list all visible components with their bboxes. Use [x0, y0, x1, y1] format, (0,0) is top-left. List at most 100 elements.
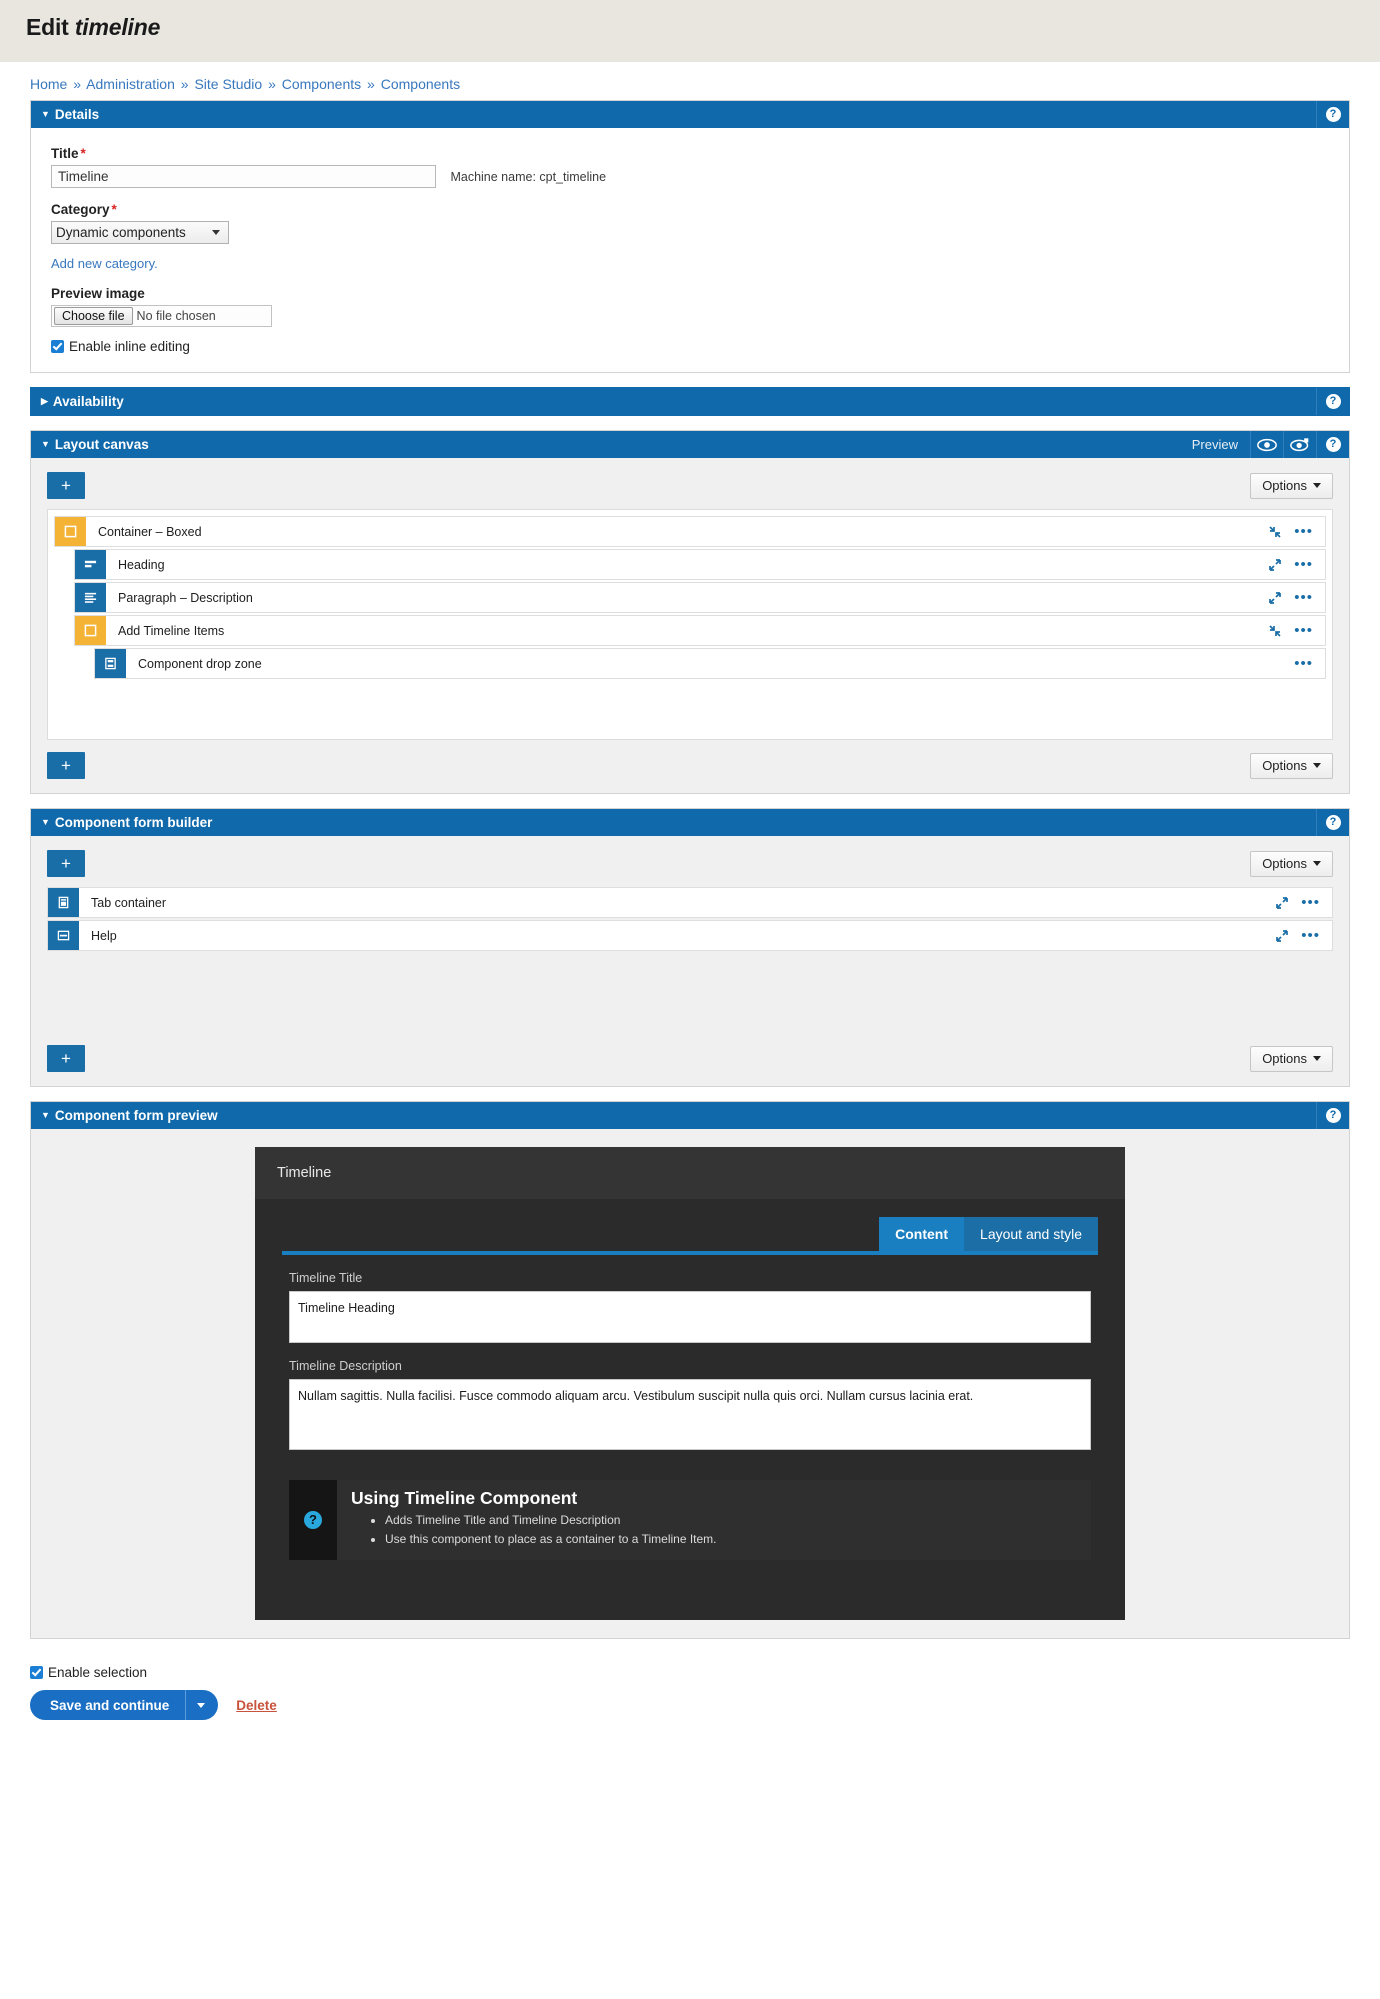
form-preview-help-button[interactable]: ? [1316, 1102, 1349, 1129]
form-builder-node-tab-container[interactable]: Tab container ••• [47, 887, 1333, 918]
form-builder-add-button-bottom[interactable]: + [47, 1045, 85, 1072]
canvas-node-label: Component drop zone [138, 656, 262, 671]
collapse-arrows-icon[interactable] [1268, 525, 1282, 539]
preview-field-timeline-title: Timeline Title [255, 1255, 1125, 1344]
required-marker: * [111, 202, 117, 217]
canvas-node-menu[interactable]: ••• [1294, 590, 1313, 605]
canvas-node-container-boxed[interactable]: Container – Boxed ••• [54, 516, 1326, 547]
required-marker: * [80, 146, 86, 161]
container-icon [75, 616, 106, 645]
category-select[interactable]: Dynamic components [51, 221, 229, 244]
chevron-down-icon: ▼ [41, 439, 50, 449]
page-title: Edit timeline [26, 14, 1354, 41]
availability-help-button[interactable]: ? [1316, 388, 1349, 415]
canvas-drop-area[interactable] [74, 681, 1326, 733]
collapse-arrows-icon[interactable] [1268, 624, 1282, 638]
breadcrumb-separator: » [180, 76, 189, 92]
chevron-down-icon [1313, 762, 1321, 768]
container-icon [55, 517, 86, 546]
question-mark-icon: ? [1325, 1108, 1341, 1123]
form-builder-options-button-top[interactable]: Options [1250, 850, 1333, 877]
layout-canvas-options-button-top[interactable]: Options [1250, 472, 1333, 499]
preview-modal: Timeline Content Layout and style Timeli… [255, 1147, 1125, 1621]
title-input[interactable] [51, 165, 436, 188]
timeline-title-input[interactable] [289, 1291, 1091, 1344]
preview-settings-button[interactable] [1283, 431, 1316, 458]
layout-canvas-options-button-bottom[interactable]: Options [1250, 752, 1333, 779]
breadcrumb-item-home[interactable]: Home [30, 76, 67, 92]
details-panel: ▼ Details ? Title* Machine name: cpt_tim… [30, 100, 1350, 373]
breadcrumb-item-administration[interactable]: Administration [86, 76, 175, 92]
heading-icon [75, 550, 106, 579]
layout-canvas-add-button-bottom[interactable]: + [47, 752, 85, 779]
preview-field-timeline-description: Timeline Description [255, 1343, 1125, 1450]
tab-layout-and-style[interactable]: Layout and style [964, 1217, 1098, 1251]
form-builder-bottom-toolbar: + Options [47, 1045, 1333, 1072]
save-button-dropdown-toggle[interactable] [185, 1690, 218, 1721]
form-builder-node-menu[interactable]: ••• [1301, 928, 1320, 943]
form-builder-options-button-bottom[interactable]: Options [1250, 1045, 1333, 1072]
delete-link[interactable]: Delete [236, 1698, 277, 1713]
enable-inline-editing-row[interactable]: Enable inline editing [51, 339, 1329, 354]
expand-arrows-icon[interactable] [1275, 929, 1289, 943]
timeline-description-input[interactable] [289, 1379, 1091, 1450]
form-preview-panel: ▼ Component form preview ? Timeline Cont… [30, 1101, 1350, 1640]
breadcrumb-item-components-2[interactable]: Components [381, 76, 460, 92]
page-title-prefix: Edit [26, 14, 69, 40]
form-preview-panel-header[interactable]: ▼ Component form preview ? [31, 1102, 1349, 1129]
timeline-description-label: Timeline Description [289, 1359, 402, 1374]
chevron-down-icon [1313, 482, 1321, 488]
enable-inline-editing-checkbox[interactable] [51, 340, 64, 353]
preview-toggle-button[interactable] [1250, 431, 1283, 458]
canvas-node-heading[interactable]: Heading ••• [74, 549, 1326, 580]
enable-selection-checkbox[interactable] [30, 1666, 43, 1680]
chevron-down-icon: ▼ [41, 109, 50, 119]
expand-arrows-icon[interactable] [1275, 896, 1289, 910]
canvas-node-menu[interactable]: ••• [1294, 524, 1313, 539]
availability-panel-header[interactable]: ▶ Availability ? [31, 388, 1349, 415]
breadcrumb-item-components[interactable]: Components [282, 76, 361, 92]
canvas-node-menu[interactable]: ••• [1294, 557, 1313, 572]
canvas-node-menu[interactable]: ••• [1294, 656, 1313, 671]
breadcrumb: Home » Administration » Site Studio » Co… [0, 62, 1380, 100]
tab-content[interactable]: Content [879, 1217, 965, 1251]
save-and-continue-button[interactable]: Save and continue [30, 1690, 219, 1721]
form-builder-panel-header[interactable]: ▼ Component form builder ? [31, 809, 1349, 836]
help-box-list: Adds Timeline Title and Timeline Descrip… [351, 1511, 717, 1551]
form-builder-node-help[interactable]: Help ••• [47, 920, 1333, 951]
add-new-category-link[interactable]: Add new category. [51, 256, 158, 271]
choose-file-button[interactable]: Choose file [54, 307, 133, 325]
preview-help-box: ? Using Timeline Component Adds Timeline… [289, 1479, 1091, 1561]
canvas-node-label: Add Timeline Items [118, 623, 225, 638]
enable-selection-row[interactable]: Enable selection [30, 1665, 1350, 1680]
details-help-button[interactable]: ? [1316, 101, 1349, 128]
layout-canvas-help-button[interactable]: ? [1316, 431, 1349, 458]
details-panel-header[interactable]: ▼ Details ? [31, 101, 1349, 128]
form-builder-body: + Options Tab container ••• Help ••• + O… [31, 836, 1349, 1086]
layout-canvas-panel: ▼ Layout canvas Preview ? + Options Cont… [30, 430, 1350, 794]
preview-label: Preview [1191, 437, 1238, 452]
form-builder-drop-area[interactable] [47, 953, 1333, 1045]
form-builder-top-toolbar: + Options [47, 850, 1333, 877]
canvas-node-component-drop-zone[interactable]: Component drop zone ••• [94, 648, 1326, 679]
canvas-node-add-timeline-items[interactable]: Add Timeline Items ••• [74, 615, 1326, 646]
expand-arrows-icon[interactable] [1268, 558, 1282, 572]
expand-arrows-icon[interactable] [1268, 591, 1282, 605]
form-builder-node-menu[interactable]: ••• [1301, 895, 1320, 910]
layout-canvas-tree: Container – Boxed ••• Heading ••• Paragr… [47, 509, 1333, 740]
canvas-node-menu[interactable]: ••• [1294, 623, 1313, 638]
layout-canvas-panel-header[interactable]: ▼ Layout canvas Preview ? [31, 431, 1349, 458]
form-builder-node-label: Tab container [91, 895, 167, 910]
form-builder-help-button[interactable]: ? [1316, 809, 1349, 836]
canvas-node-paragraph-description[interactable]: Paragraph – Description ••• [74, 582, 1326, 613]
title-label-text: Title [51, 146, 79, 161]
layout-canvas-add-button-top[interactable]: + [47, 472, 85, 499]
details-panel-body: Title* Machine name: cpt_timeline Catego… [31, 128, 1349, 372]
preview-image-file-input[interactable]: Choose file No file chosen [51, 305, 272, 327]
form-preview-panel-title: Component form preview [54, 1108, 218, 1123]
question-mark-icon: ? [1325, 107, 1341, 122]
save-button-label: Save and continue [50, 1697, 170, 1713]
canvas-node-label: Container – Boxed [98, 524, 202, 539]
form-builder-add-button-top[interactable]: + [47, 850, 85, 877]
breadcrumb-item-site-studio[interactable]: Site Studio [194, 76, 262, 92]
